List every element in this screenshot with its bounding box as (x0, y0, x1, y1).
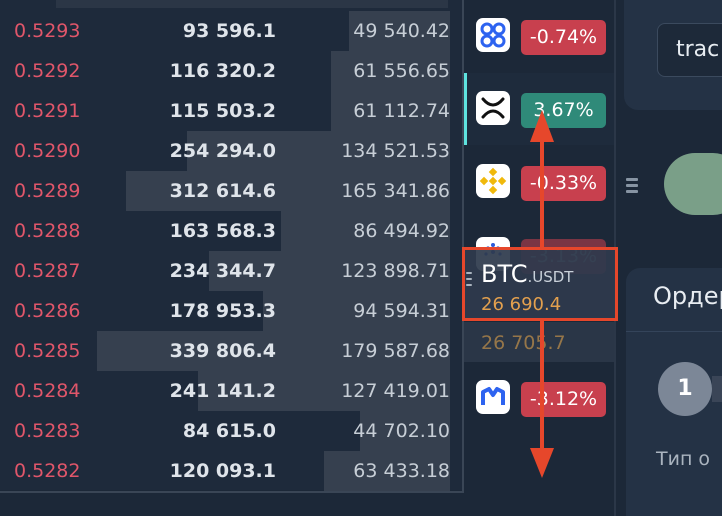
order-book-row[interactable]: 0.5289 312 614.6 165 341.86 (0, 171, 462, 211)
order-amount: 116 320.2 (169, 60, 276, 82)
ticker-change-badge: 3.67% (521, 93, 606, 128)
step-indicator[interactable]: 1 (658, 362, 712, 416)
ticker-item-bnb[interactable]: -0.33% (464, 146, 616, 218)
order-amount: 163 568.3 (169, 220, 276, 242)
order-book-row[interactable]: 0.5290 254 294.0 134 521.53 (0, 131, 462, 171)
order-amount: 115 503.2 (169, 100, 276, 122)
ghost-btc-price: 26 705.7 (481, 332, 566, 354)
order-price: 0.5292 (14, 60, 81, 82)
order-book-row[interactable]: 0.5291 115 503.2 61 112.74 (0, 91, 462, 131)
dragged-ticker-btc[interactable]: BTC.USDT 26 690.4 (462, 247, 618, 321)
ticker-item-okb[interactable]: -0.74% (464, 0, 616, 72)
order-amount: 254 294.0 (169, 140, 276, 162)
order-total: 94 594.31 (353, 300, 450, 322)
order-book-row[interactable]: 0.5282 120 093.1 63 433.18 (0, 451, 462, 491)
search-input[interactable]: trac (657, 23, 722, 77)
order-book-row[interactable]: 0.5283 84 615.0 44 702.10 (0, 411, 462, 451)
order-total: 63 433.18 (353, 460, 450, 482)
order-panel-title: Ордер (653, 282, 722, 310)
order-price: 0.5282 (14, 460, 81, 482)
okb-icon (476, 18, 510, 52)
order-book-top-strip (56, 0, 448, 8)
order-total: 127 419.01 (341, 380, 450, 402)
order-total: 86 494.92 (353, 220, 450, 242)
order-amount: 178 953.3 (169, 300, 276, 322)
order-price: 0.5290 (14, 140, 81, 162)
panel-drag-handle-icon[interactable] (626, 178, 638, 196)
order-price: 0.5289 (14, 180, 81, 202)
dragged-price: 26 690.4 (481, 294, 562, 315)
order-total: 134 521.53 (341, 140, 450, 162)
order-book-bottom-border (0, 491, 462, 493)
order-book-row[interactable]: 0.5284 241 141.2 127 419.01 (0, 371, 462, 411)
base-asset: BTC (481, 260, 528, 288)
order-amount: 84 615.0 (182, 420, 276, 442)
order-price: 0.5288 (14, 220, 81, 242)
ticker-item-polygon[interactable]: -3.12% (464, 362, 616, 434)
order-amount: 120 093.1 (169, 460, 276, 482)
order-amount: 234 344.7 (169, 260, 276, 282)
search-panel: trac (624, 0, 722, 110)
order-total: 44 702.10 (353, 420, 450, 442)
order-price: 0.5287 (14, 260, 81, 282)
order-book-row[interactable]: 0.5287 234 344.7 123 898.71 (0, 251, 462, 291)
order-book-row[interactable]: 0.5285 339 806.4 179 587.68 (0, 331, 462, 371)
order-price: 0.5285 (14, 340, 81, 362)
trading-screen: 0.5293 93 596.1 49 540.42 0.5292 116 320.2 61… (0, 0, 722, 516)
order-amount: 241 141.2 (169, 380, 276, 402)
order-total: 179 587.68 (341, 340, 450, 362)
order-type-label: Тип о (656, 448, 711, 470)
order-amount: 339 806.4 (169, 340, 276, 362)
order-book-row[interactable]: 0.5288 163 568.3 86 494.92 (0, 211, 462, 251)
selected-indicator (464, 73, 467, 145)
order-book: 0.5293 93 596.1 49 540.42 0.5292 116 320.2 61… (0, 0, 462, 493)
dragged-symbol: BTC.USDT (481, 260, 573, 288)
polygon-icon (476, 380, 510, 414)
order-price: 0.5291 (14, 100, 81, 122)
order-total: 49 540.42 (353, 20, 450, 42)
ticker-item-xrp[interactable]: 3.67% (464, 73, 616, 145)
order-panel: Ордер 1 Тип о (626, 268, 722, 516)
drag-handle-icon[interactable] (466, 272, 472, 289)
order-panel-separator (626, 331, 722, 332)
step-track (712, 376, 722, 402)
order-book-row[interactable]: 0.5293 93 596.1 49 540.42 (0, 11, 462, 51)
order-total: 123 898.71 (341, 260, 450, 282)
order-total: 165 341.86 (341, 180, 450, 202)
order-book-row[interactable]: 0.5286 178 953.3 94 594.31 (0, 291, 462, 331)
bnb-icon (476, 164, 510, 198)
order-price: 0.5283 (14, 420, 81, 442)
order-total: 61 556.65 (353, 60, 450, 82)
ticker-change-badge: -0.33% (521, 166, 606, 201)
order-amount: 312 614.6 (169, 180, 276, 202)
order-price: 0.5284 (14, 380, 81, 402)
ticker-change-badge: -0.74% (521, 20, 606, 55)
order-price: 0.5293 (14, 20, 81, 42)
ticker-change-badge: -3.12% (521, 382, 606, 417)
order-amount: 93 596.1 (182, 20, 276, 42)
xrp-icon (476, 91, 510, 125)
order-book-row[interactable]: 0.5292 116 320.2 61 556.65 (0, 51, 462, 91)
order-total: 61 112.74 (353, 100, 450, 122)
quote-asset: .USDT (527, 268, 574, 286)
order-price: 0.5286 (14, 300, 81, 322)
toggle-switch[interactable] (664, 153, 722, 215)
